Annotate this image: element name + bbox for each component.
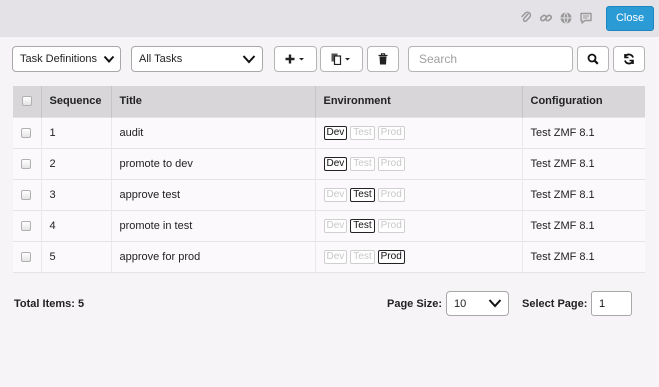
header-icons [519, 11, 593, 25]
close-button[interactable]: Close [606, 6, 654, 31]
task-table: Sequence Title Environment Configuration… [13, 86, 645, 273]
sequence-cell: 1 [41, 116, 112, 148]
environment-cell: Dev Test Prod [315, 116, 523, 148]
env-badge-dev: Dev [323, 125, 348, 140]
title-cell[interactable]: approve test [111, 178, 316, 210]
page-size-label: Page Size: [387, 298, 443, 310]
search-icon [587, 53, 599, 65]
env-badge-test: Test [350, 249, 375, 264]
table-row[interactable]: 4 promote in test Dev Test Prod Test ZMF 8.1 [13, 209, 645, 241]
page-size-value: 10 [454, 298, 467, 310]
page-size-select[interactable]: 10 [446, 291, 509, 316]
title-cell[interactable]: approve for prod [111, 240, 316, 273]
row-select-cell [13, 178, 42, 210]
top-bar: Close [0, 0, 659, 37]
link-icon[interactable] [539, 11, 553, 25]
refresh-button[interactable] [613, 46, 645, 72]
search-input[interactable] [408, 46, 573, 72]
env-badge-dev: Dev [323, 249, 348, 264]
column-header-environment[interactable]: Environment [315, 86, 523, 117]
configuration-cell: Test ZMF 8.1 [522, 240, 645, 273]
chevron-down-icon [242, 55, 256, 64]
env-badge-test: Test [350, 187, 375, 202]
env-badge-prod: Prod [377, 156, 405, 171]
environment-cell: Dev Test Prod [315, 178, 523, 210]
select-page-input[interactable] [591, 291, 632, 316]
sequence-cell: 3 [41, 178, 112, 210]
table-row[interactable]: 1 audit Dev Test Prod Test ZMF 8.1 [13, 116, 645, 148]
add-task-button[interactable] [274, 46, 317, 72]
environment-cell: Dev Test Prod [315, 209, 523, 241]
toolbar: Task Definitions All Tasks [0, 46, 659, 72]
table-row[interactable]: 3 approve test Dev Test Prod Test ZMF 8.1 [13, 178, 645, 210]
table-row[interactable]: 2 promote to dev Dev Test Prod Test ZMF 8.1 [13, 147, 645, 179]
row-select-cell [13, 116, 42, 148]
row-checkbox[interactable] [21, 127, 31, 138]
environment-cell: Dev Test Prod [315, 240, 523, 273]
env-badge-test: Test [350, 156, 375, 171]
title-cell[interactable]: promote to dev [111, 147, 316, 179]
env-badge-dev: Dev [323, 218, 348, 233]
comment-icon[interactable] [579, 11, 593, 25]
sequence-cell: 2 [41, 147, 112, 179]
total-items-label: Total Items: 5 [14, 298, 85, 310]
title-cell[interactable]: promote in test [111, 209, 316, 241]
configuration-cell: Test ZMF 8.1 [522, 116, 645, 148]
title-cell[interactable]: audit [111, 116, 316, 148]
env-badge-test: Test [350, 218, 375, 233]
chevron-down-icon [103, 55, 115, 63]
env-badge-prod: Prod [377, 249, 405, 264]
task-definitions-select[interactable]: Task Definitions [12, 46, 121, 72]
table-row[interactable]: 5 approve for prod Dev Test Prod Test ZMF 8.1 [13, 240, 645, 273]
refresh-icon [624, 53, 634, 65]
env-badge-prod: Prod [377, 218, 405, 233]
row-select-cell [13, 147, 42, 179]
env-badge-prod: Prod [377, 187, 405, 202]
task-filter-select-value: All Tasks [139, 53, 183, 65]
delete-task-button[interactable] [367, 46, 399, 72]
environment-cell: Dev Test Prod [315, 147, 523, 179]
copy-task-button[interactable] [320, 46, 363, 72]
row-checkbox[interactable] [21, 158, 31, 169]
env-badge-dev: Dev [323, 187, 348, 202]
row-checkbox[interactable] [21, 220, 31, 231]
row-checkbox[interactable] [21, 251, 31, 262]
column-header-sequence[interactable]: Sequence [41, 86, 112, 117]
configuration-cell: Test ZMF 8.1 [522, 178, 645, 210]
copy-icon [331, 53, 350, 65]
paperclip-icon[interactable] [519, 11, 533, 25]
column-header-configuration[interactable]: Configuration [522, 86, 645, 117]
search-button[interactable] [577, 46, 609, 72]
row-select-cell [13, 209, 42, 241]
globe-icon[interactable] [559, 11, 573, 25]
select-all-checkbox[interactable] [22, 96, 32, 107]
env-badge-prod: Prod [377, 125, 405, 140]
select-all-header [13, 86, 42, 117]
row-select-cell [13, 240, 42, 273]
column-header-title[interactable]: Title [111, 86, 316, 117]
select-page-label: Select Page: [522, 298, 588, 310]
sequence-cell: 5 [41, 240, 112, 273]
chevron-down-icon [488, 299, 502, 308]
task-definitions-select-value: Task Definitions [20, 53, 98, 65]
trash-icon [378, 53, 388, 65]
plus-icon [285, 54, 304, 64]
configuration-cell: Test ZMF 8.1 [522, 209, 645, 241]
env-badge-dev: Dev [323, 156, 348, 171]
table-header-row: Sequence Title Environment Configuration [13, 86, 645, 117]
sequence-cell: 4 [41, 209, 112, 241]
configuration-cell: Test ZMF 8.1 [522, 147, 645, 179]
task-filter-select[interactable]: All Tasks [131, 46, 263, 72]
env-badge-test: Test [350, 125, 375, 140]
row-checkbox[interactable] [21, 189, 31, 200]
